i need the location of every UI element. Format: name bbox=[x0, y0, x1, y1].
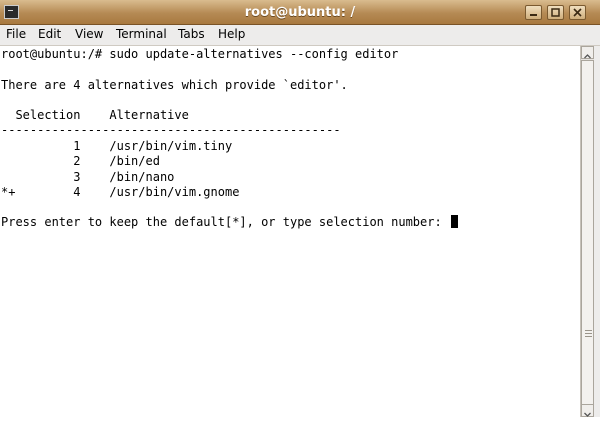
terminal-line: *+ 4 /usr/bin/vim.gnome bbox=[1, 185, 240, 199]
window-border bbox=[594, 46, 600, 417]
minimize-icon bbox=[530, 14, 537, 16]
terminal-line: 1 /usr/bin/vim.tiny bbox=[1, 139, 233, 153]
window-title: root@ubuntu: / bbox=[244, 5, 356, 20]
close-icon bbox=[573, 8, 582, 17]
prompt-text: Press enter to keep the default[*], or t… bbox=[1, 215, 449, 229]
menu-view[interactable]: View bbox=[75, 27, 103, 41]
scroll-down-button[interactable] bbox=[581, 404, 594, 417]
maximize-icon bbox=[551, 8, 560, 17]
menu-help[interactable]: Help bbox=[218, 27, 245, 41]
menu-edit[interactable]: Edit bbox=[38, 27, 61, 41]
grip-line bbox=[585, 330, 592, 331]
vertical-scrollbar[interactable] bbox=[580, 46, 594, 417]
maximize-button[interactable] bbox=[547, 5, 564, 20]
terminal-line: Selection Alternative bbox=[1, 108, 189, 122]
grip-line bbox=[585, 333, 592, 334]
terminal-output[interactable]: root@ubuntu:/# sudo update-alternatives … bbox=[0, 46, 580, 417]
grip-line bbox=[585, 336, 592, 337]
terminal-line: root@ubuntu:/# sudo update-alternatives … bbox=[1, 47, 399, 61]
menu-file[interactable]: File bbox=[6, 27, 26, 41]
scroll-up-button[interactable] bbox=[581, 46, 594, 59]
menu-bar: File Edit View Terminal Tabs Help bbox=[0, 25, 600, 46]
terminal-line: 2 /bin/ed bbox=[1, 154, 160, 168]
terminal-line: 3 /bin/nano bbox=[1, 170, 175, 184]
terminal-window: root@ubuntu: / File Edit View Terminal T… bbox=[0, 0, 600, 417]
text-cursor bbox=[450, 215, 458, 228]
terminal-line: ----------------------------------------… bbox=[1, 123, 341, 137]
prompt-line: Press enter to keep the default[*], or t… bbox=[1, 215, 458, 230]
scroll-thumb[interactable] bbox=[581, 60, 594, 405]
menu-terminal[interactable]: Terminal bbox=[116, 27, 167, 41]
terminal-line: There are 4 alternatives which provide `… bbox=[1, 78, 348, 92]
title-bar[interactable]: root@ubuntu: / bbox=[0, 0, 600, 25]
menu-tabs[interactable]: Tabs bbox=[178, 27, 205, 41]
minimize-button[interactable] bbox=[525, 5, 542, 20]
close-button[interactable] bbox=[569, 5, 586, 20]
arrow-down-icon bbox=[584, 412, 591, 417]
